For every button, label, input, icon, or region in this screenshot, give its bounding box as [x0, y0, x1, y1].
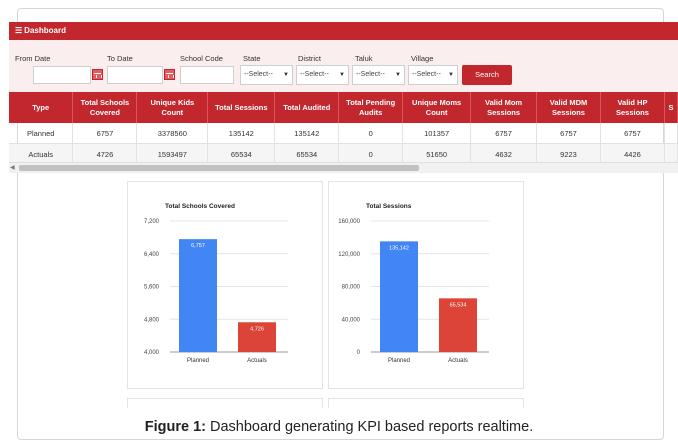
table-cell: 101357 — [402, 123, 472, 144]
x-tick-label: Actuals — [247, 358, 267, 364]
column-header[interactable]: Valid Mom Sessions — [470, 92, 538, 123]
data-label: 6,757 — [191, 243, 205, 249]
school-code-label: School Code — [180, 54, 223, 63]
y-tick-label: 4,000 — [144, 350, 160, 356]
taluk-label: Taluk — [355, 54, 373, 63]
table-cell: 135142 — [274, 123, 340, 144]
scroll-left-icon[interactable]: ◀ — [10, 163, 15, 173]
bar-chart: Total Sessions 0 40,000 80,000 120,000 160,00… — [338, 203, 489, 364]
table-cell: Planned — [9, 123, 74, 144]
column-header[interactable]: Total Sessions — [207, 92, 276, 123]
y-tick-label: 6,400 — [144, 252, 160, 258]
x-tick-label: Actuals — [448, 358, 468, 364]
chart-title: Total Sessions — [366, 203, 412, 210]
taluk-select[interactable]: --Select-- ▼ — [352, 65, 405, 85]
chart-card-stub — [328, 398, 524, 408]
table-cell: 6757 — [470, 123, 538, 144]
chevron-down-icon: ▼ — [395, 72, 401, 78]
y-tick-label: 0 — [357, 350, 361, 356]
table-cell — [664, 123, 678, 144]
y-tick-label: 80,000 — [342, 285, 361, 291]
taluk-select-value: --Select-- — [356, 71, 385, 78]
column-header[interactable]: Valid MDM Sessions — [536, 92, 601, 123]
column-header[interactable]: Type — [9, 92, 74, 123]
table-row: Planned 6757 3378560 135142 135142 0 101… — [9, 123, 678, 144]
y-tick-label: 5,600 — [144, 285, 160, 291]
table-cell: 6757 — [72, 123, 138, 144]
y-tick-label: 120,000 — [338, 252, 360, 258]
data-label: 4,726 — [250, 326, 264, 332]
district-label: District — [298, 54, 321, 63]
district-select-value: --Select-- — [300, 71, 329, 78]
table-header-row: Type Total Schools Covered Unique Kids C… — [9, 92, 678, 123]
village-select-value: --Select-- — [412, 71, 441, 78]
y-tick-label: 160,000 — [338, 219, 360, 225]
figure-caption: Figure 1: Dashboard generating KPI based… — [0, 419, 678, 435]
y-tick-label: 7,200 — [144, 219, 160, 225]
bar-planned — [380, 241, 418, 352]
from-date-label: From Date — [15, 54, 51, 63]
table-cell: 6757 — [536, 123, 601, 144]
chart-card-schools: Total Schools Covered 4,000 4,800 5,600 6,40… — [127, 181, 323, 389]
state-label: State — [243, 54, 261, 63]
calendar-icon[interactable] — [164, 69, 175, 80]
kpi-table: Type Total Schools Covered Unique Kids C… — [9, 92, 678, 165]
column-header[interactable]: Unique Kids Count — [136, 92, 209, 123]
school-code-input[interactable] — [180, 66, 234, 84]
horizontal-scrollbar[interactable]: ◀ ▶ — [9, 162, 678, 173]
chevron-down-icon: ▼ — [339, 72, 345, 78]
chevron-down-icon: ▼ — [283, 72, 289, 78]
bar-planned — [179, 239, 217, 352]
chart-card-stub — [127, 398, 323, 408]
x-tick-label: Planned — [187, 358, 209, 364]
column-header[interactable]: Total Schools Covered — [72, 92, 138, 123]
scrollbar-thumb[interactable] — [19, 165, 419, 171]
menu-icon[interactable]: ☰ — [15, 22, 22, 40]
data-label: 135,142 — [389, 245, 409, 251]
dashboard-header: ☰ Dashboard — [9, 22, 678, 40]
chart-title: Total Schools Covered — [165, 203, 235, 210]
village-label: Village — [411, 54, 434, 63]
chevron-down-icon: ▼ — [448, 72, 454, 78]
dashboard-title: Dashboard — [24, 26, 66, 35]
district-select[interactable]: --Select-- ▼ — [296, 65, 349, 85]
filter-bar: From Date To Date School Code State --Se… — [9, 40, 678, 93]
x-tick-label: Planned — [388, 358, 410, 364]
table-cell: 135142 — [207, 123, 276, 144]
column-header[interactable]: Total Audited — [274, 92, 340, 123]
search-button[interactable]: Search — [462, 65, 512, 85]
column-header[interactable]: Unique Moms Count — [402, 92, 472, 123]
state-select-value: --Select-- — [244, 71, 273, 78]
column-header[interactable]: Valid HP Sessions — [600, 92, 665, 123]
table-cell: 6757 — [600, 123, 665, 144]
table-cell: 0 — [338, 123, 404, 144]
data-label: 65,534 — [450, 302, 467, 308]
caption-label: Figure 1: — [144, 419, 206, 435]
column-header[interactable]: S — [664, 92, 678, 123]
caption-text: Dashboard generating KPI based reports r… — [205, 419, 534, 435]
to-date-label: To Date — [107, 54, 133, 63]
y-tick-label: 40,000 — [342, 317, 361, 323]
from-date-input[interactable] — [33, 66, 91, 84]
to-date-input[interactable] — [107, 66, 163, 84]
column-header[interactable]: Total Pending Audits — [338, 92, 404, 123]
state-select[interactable]: --Select-- ▼ — [240, 65, 293, 85]
calendar-icon[interactable] — [92, 69, 103, 80]
y-tick-label: 4,800 — [144, 317, 160, 323]
village-select[interactable]: --Select-- ▼ — [408, 65, 458, 85]
chart-card-sessions: Total Sessions 0 40,000 80,000 120,000 160,00… — [328, 181, 524, 389]
table-cell: 3378560 — [136, 123, 209, 144]
bar-chart: Total Schools Covered 4,000 4,800 5,600 6,40… — [144, 203, 288, 364]
